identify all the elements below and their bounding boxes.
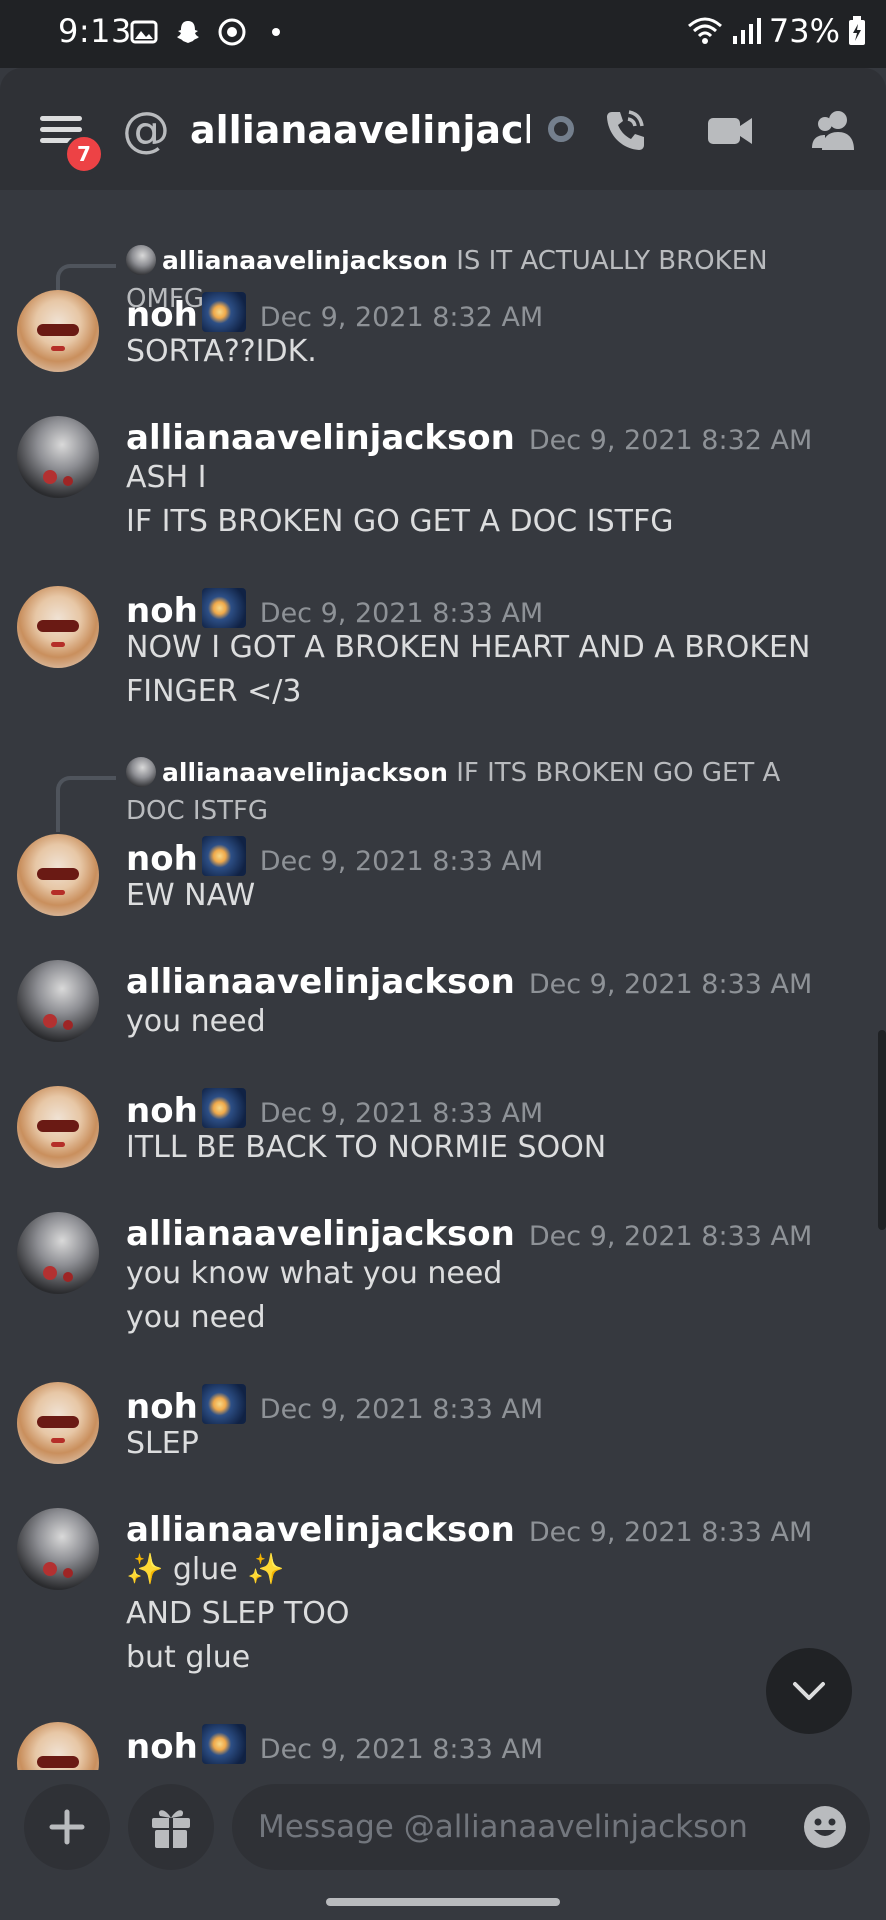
status-bar: 9:13 73%: [0, 0, 886, 68]
avatar[interactable]: [17, 1508, 99, 1590]
author-name[interactable]: noh: [126, 839, 198, 879]
message-timestamp: Dec 9, 2021 8:32 AM: [528, 425, 813, 456]
message-timestamp: Dec 9, 2021 8:33 AM: [259, 598, 544, 629]
at-sign-icon: @: [122, 102, 170, 158]
message-text: FINGER </3: [126, 674, 302, 709]
message-header: allianaavelinjackson Dec 9, 2021 8:32 AM: [126, 418, 812, 458]
avatar[interactable]: [17, 1086, 99, 1168]
message-text: EW NAW: [126, 878, 256, 913]
reply-preview[interactable]: allianaavelinjackson IF ITS BROKEN GO GE…: [126, 754, 826, 830]
author-name[interactable]: allianaavelinjackson: [126, 418, 515, 458]
message-composer[interactable]: [232, 1784, 870, 1870]
author-name[interactable]: noh: [126, 1091, 198, 1131]
author-name[interactable]: noh: [126, 1387, 198, 1427]
avatar[interactable]: [17, 416, 99, 498]
message-input[interactable]: [258, 1784, 778, 1870]
wifi-icon: [687, 17, 722, 44]
reply-author: allianaavelinjackson: [162, 246, 448, 275]
message-text: you need: [126, 1300, 266, 1335]
jump-to-present-button[interactable]: [766, 1648, 852, 1734]
status-notification-icons: [130, 18, 280, 46]
scrollbar-thumb[interactable]: [878, 1030, 886, 1230]
message-header: noh Dec 9, 2021 8:32 AM: [126, 292, 543, 335]
battery-charging-icon: [849, 16, 865, 45]
avatar[interactable]: [17, 586, 99, 668]
author-name[interactable]: allianaavelinjackson: [126, 1214, 515, 1254]
message-timestamp: Dec 9, 2021 8:33 AM: [528, 1221, 813, 1252]
message-header: noh Dec 9, 2021 8:33 AM: [126, 1724, 543, 1767]
reply-avatar: [126, 245, 156, 275]
unread-badge: 7: [64, 134, 104, 174]
message-header: allianaavelinjackson Dec 9, 2021 8:33 AM: [126, 962, 812, 1002]
video-camera-icon[interactable]: [704, 104, 756, 156]
message-timestamp: Dec 9, 2021 8:33 AM: [259, 1734, 544, 1765]
message-timestamp: Dec 9, 2021 8:33 AM: [259, 1098, 544, 1129]
gift-button[interactable]: [128, 1784, 214, 1870]
author-name[interactable]: noh: [126, 1727, 198, 1767]
author-name[interactable]: allianaavelinjackson: [126, 1510, 515, 1550]
status-system-icons: 73%: [687, 12, 866, 50]
fireworks-emoji-icon: [201, 292, 246, 332]
avatar[interactable]: [17, 1212, 99, 1294]
message-header: noh Dec 9, 2021 8:33 AM: [126, 1088, 543, 1131]
message-header: noh Dec 9, 2021 8:33 AM: [126, 1384, 543, 1427]
more-notifications-dot: [272, 28, 280, 36]
reply-connector: [56, 776, 116, 832]
add-attachment-button[interactable]: [24, 1784, 110, 1870]
message-text: you know what you need: [126, 1256, 503, 1291]
message-header: noh Dec 9, 2021 8:33 AM: [126, 836, 543, 879]
author-name[interactable]: allianaavelinjackson: [126, 962, 515, 1002]
gallery-icon: [130, 20, 158, 44]
message-header: allianaavelinjackson Dec 9, 2021 8:33 AM: [126, 1214, 812, 1254]
fireworks-emoji-icon: [201, 1088, 246, 1128]
message-timestamp: Dec 9, 2021 8:32 AM: [259, 302, 544, 333]
composer-bar: [0, 1770, 886, 1920]
message-text: ASH I: [126, 460, 207, 495]
message-text: but glue: [126, 1640, 251, 1675]
message-text: SLEP: [126, 1426, 199, 1461]
message-timestamp: Dec 9, 2021 8:33 AM: [528, 1517, 813, 1548]
plus-icon: [49, 1809, 85, 1845]
battery-percentage: 73%: [768, 12, 840, 50]
message-header: allianaavelinjackson Dec 9, 2021 8:33 AM: [126, 1510, 812, 1550]
dm-header: 7 @ allianaavelinjack...: [0, 68, 886, 190]
dm-title[interactable]: allianaavelinjack...: [190, 108, 530, 152]
message-text: SORTA??IDK.: [126, 334, 317, 369]
status-time: 9:13: [58, 12, 132, 50]
message-text: NOW I GOT A BROKEN HEART AND A BROKEN: [126, 630, 811, 665]
message-text: AND SLEP TOO: [126, 1596, 350, 1631]
avatar[interactable]: [17, 960, 99, 1042]
avatar[interactable]: [17, 290, 99, 372]
members-icon[interactable]: [808, 104, 860, 156]
offline-status-icon: [548, 116, 574, 142]
message-header: noh Dec 9, 2021 8:33 AM: [126, 588, 543, 631]
phone-call-icon[interactable]: [600, 104, 652, 156]
message-list[interactable]: allianaavelinjackson IS IT ACTUALLY BROK…: [0, 190, 886, 1785]
message-text: IF ITS BROKEN GO GET A DOC ISTFG: [126, 504, 674, 539]
fireworks-emoji-icon: [201, 1724, 246, 1764]
author-name[interactable]: noh: [126, 295, 198, 335]
fireworks-emoji-icon: [201, 836, 246, 876]
avatar[interactable]: [17, 1382, 99, 1464]
chrome-icon: [218, 18, 246, 46]
message-timestamp: Dec 9, 2021 8:33 AM: [259, 1394, 544, 1425]
fireworks-emoji-icon: [201, 1384, 246, 1424]
avatar[interactable]: [17, 834, 99, 916]
message-timestamp: Dec 9, 2021 8:33 AM: [528, 969, 813, 1000]
reply-connector: [56, 264, 116, 294]
snapchat-icon: [177, 21, 199, 43]
message-timestamp: Dec 9, 2021 8:33 AM: [259, 846, 544, 877]
message-text: you need: [126, 1004, 266, 1039]
author-name[interactable]: noh: [126, 591, 198, 631]
reply-author: allianaavelinjackson: [162, 758, 448, 787]
emoji-icon[interactable]: [802, 1804, 848, 1850]
signal-icon: [732, 18, 761, 44]
message-text: ✨ glue ✨: [126, 1552, 285, 1587]
home-indicator[interactable]: [326, 1898, 560, 1906]
message-text: ITLL BE BACK TO NORMIE SOON: [126, 1130, 607, 1165]
fireworks-emoji-icon: [201, 588, 246, 628]
gift-icon: [152, 1810, 190, 1848]
reply-avatar: [126, 757, 156, 787]
chevron-down-icon: [793, 1682, 825, 1700]
